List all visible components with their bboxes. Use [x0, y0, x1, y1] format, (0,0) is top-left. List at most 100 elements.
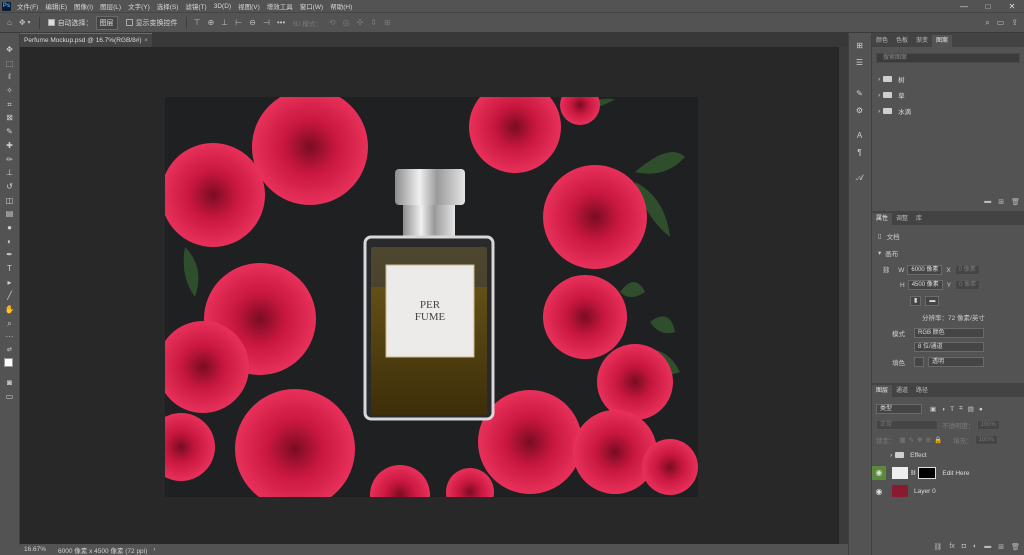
- autoselect-checkbox[interactable]: [47, 19, 55, 26]
- menu-image[interactable]: 图像(I): [74, 1, 93, 11]
- add-mask-icon[interactable]: ◘: [962, 543, 966, 551]
- menu-type[interactable]: 文字(Y): [128, 1, 150, 11]
- menu-layer[interactable]: 图层(L): [100, 1, 121, 11]
- align-left-icon[interactable]: ⊢: [235, 18, 242, 27]
- tab-paths[interactable]: 路径: [912, 385, 932, 397]
- close-tab-icon[interactable]: ×: [144, 37, 148, 44]
- link-icon[interactable]: ⛓: [882, 266, 890, 274]
- width-field[interactable]: 6000 像素: [907, 265, 943, 275]
- color-swatches[interactable]: [3, 357, 17, 376]
- align-middle-icon[interactable]: ⊕: [208, 18, 215, 27]
- landscape-icon[interactable]: ▬: [925, 296, 940, 306]
- history-brush-icon[interactable]: ↺: [6, 180, 13, 194]
- brush-tool-icon[interactable]: ✏: [6, 153, 13, 167]
- tab-layers[interactable]: 图层: [872, 385, 893, 397]
- canvas-section[interactable]: ▾ 画布: [878, 247, 898, 259]
- canvas-area[interactable]: PER FUME: [20, 47, 848, 544]
- zoom-tool-icon[interactable]: ⌕: [7, 317, 11, 331]
- move-tool-icon[interactable]: ✥: [19, 18, 26, 27]
- portrait-icon[interactable]: ▮: [910, 296, 922, 306]
- crop-tool-icon[interactable]: ⌗: [7, 98, 12, 112]
- minimize-button[interactable]: —: [952, 2, 976, 11]
- roll-3d-icon[interactable]: ◎: [343, 18, 350, 27]
- fx-icon[interactable]: fx: [949, 543, 954, 551]
- adjustment-layer-icon[interactable]: ◐: [973, 543, 977, 551]
- lock-icons[interactable]: ▦✎✥⊞🔒: [900, 436, 946, 444]
- foreground-color[interactable]: [3, 357, 13, 367]
- gradient-tool-icon[interactable]: ▤: [6, 207, 14, 221]
- zoom-level[interactable]: 16.67%: [24, 546, 46, 553]
- eraser-tool-icon[interactable]: ◫: [6, 194, 14, 208]
- tab-libraries[interactable]: 库: [912, 213, 926, 225]
- menu-file[interactable]: 文件(F): [17, 1, 38, 11]
- fill-swatch[interactable]: [914, 357, 924, 367]
- line-tool-icon[interactable]: ╱: [7, 289, 12, 303]
- path-select-icon[interactable]: ▸: [7, 276, 11, 290]
- transform-checkbox[interactable]: [125, 19, 133, 26]
- tab-adjustments[interactable]: 调整: [892, 213, 912, 225]
- vertical-scrollbar[interactable]: [839, 47, 848, 544]
- transform-option[interactable]: 显示变换控件: [125, 18, 178, 28]
- paragraph-panel-icon[interactable]: ¶: [857, 148, 861, 165]
- eye-icon[interactable]: ◉: [872, 487, 886, 496]
- filter-smart-icon[interactable]: ▤: [968, 405, 974, 413]
- glyphs-panel-icon[interactable]: 𝒜: [856, 173, 864, 190]
- tab-patterns[interactable]: 图案: [932, 35, 953, 47]
- menu-select[interactable]: 选择(S): [157, 1, 179, 11]
- more-tools-icon[interactable]: ···: [6, 330, 14, 344]
- kind-filter-dropdown[interactable]: 类型: [876, 404, 922, 414]
- quick-mask-icon[interactable]: ◙: [7, 376, 12, 390]
- align-center-icon[interactable]: ⊖: [249, 18, 256, 27]
- blend-mode-dropdown[interactable]: 正常: [876, 420, 938, 430]
- link-layers-icon[interactable]: ⛓: [933, 543, 942, 551]
- pen-tool-icon[interactable]: ✒: [6, 248, 13, 262]
- stamp-tool-icon[interactable]: ⊥: [6, 166, 13, 180]
- filter-type-icon[interactable]: T: [950, 406, 954, 413]
- mask-thumbnail[interactable]: [918, 467, 937, 479]
- move-tool-icon[interactable]: ✥: [6, 43, 13, 57]
- layer-row[interactable]: ◉ ⛓ Edit Here: [872, 463, 1024, 483]
- filter-toggle-icon[interactable]: ●: [979, 406, 983, 413]
- document-tab[interactable]: Perfume Mockup.psd @ 16.7%(RGB/8#) ×: [20, 33, 152, 47]
- tab-color[interactable]: 颜色: [872, 35, 892, 47]
- history-panel-icon[interactable]: ⊞: [856, 41, 863, 58]
- menu-help[interactable]: 帮助(H): [330, 1, 352, 11]
- type-tool-icon[interactable]: T: [7, 262, 12, 276]
- menu-filter[interactable]: 滤镜(T): [185, 1, 206, 11]
- align-bottom-icon[interactable]: ⊥: [221, 18, 228, 27]
- filter-shape-icon[interactable]: ⌗: [959, 405, 963, 413]
- menu-view[interactable]: 视图(V): [238, 1, 260, 11]
- search-icon[interactable]: ⌕: [985, 18, 989, 28]
- autoselect-dropdown[interactable]: 图层: [95, 15, 118, 30]
- chevron-down-icon[interactable]: ▾: [28, 19, 31, 26]
- pattern-group[interactable]: › 树: [872, 71, 1024, 87]
- filter-pixel-icon[interactable]: ▣: [930, 405, 936, 413]
- adjust-panel-icon[interactable]: ☰: [856, 58, 863, 75]
- share-icon[interactable]: ⇪: [1011, 18, 1018, 27]
- tab-properties[interactable]: 属性: [872, 213, 893, 225]
- frame-tool-icon[interactable]: ⊠: [6, 111, 13, 125]
- workspace-icon[interactable]: ▭: [997, 18, 1005, 27]
- new-layer-icon[interactable]: ⊞: [998, 543, 1004, 551]
- properties-panel-icon[interactable]: ⚙: [856, 106, 863, 123]
- eye-icon[interactable]: ◉: [872, 466, 886, 480]
- screen-mode-icon[interactable]: ▭: [6, 390, 14, 404]
- maximize-button[interactable]: □: [976, 2, 1000, 11]
- new-group-icon[interactable]: ▬: [984, 198, 991, 206]
- chevron-down-icon[interactable]: ▾: [878, 249, 881, 257]
- eyedropper-icon[interactable]: ✎: [6, 125, 13, 139]
- pattern-search-input[interactable]: 搜索图案: [876, 53, 1020, 63]
- close-button[interactable]: ✕: [1000, 2, 1024, 11]
- new-group-icon[interactable]: ▬: [984, 543, 991, 551]
- dodge-tool-icon[interactable]: ◐: [7, 235, 12, 249]
- hand-tool-icon[interactable]: ✋: [5, 303, 15, 317]
- y-field[interactable]: 0 像素: [955, 280, 981, 290]
- align-right-icon[interactable]: ⊣: [263, 18, 270, 27]
- filter-adjust-icon[interactable]: ◑: [941, 406, 945, 413]
- lasso-tool-icon[interactable]: ℓ: [8, 70, 11, 84]
- depth-dropdown[interactable]: 8 位/通道: [914, 342, 984, 352]
- healing-brush-icon[interactable]: ✚: [6, 139, 13, 153]
- menu-window[interactable]: 窗口(W): [300, 1, 323, 11]
- character-panel-icon[interactable]: A: [857, 131, 862, 148]
- swap-colors-icon[interactable]: ⇄: [7, 344, 12, 358]
